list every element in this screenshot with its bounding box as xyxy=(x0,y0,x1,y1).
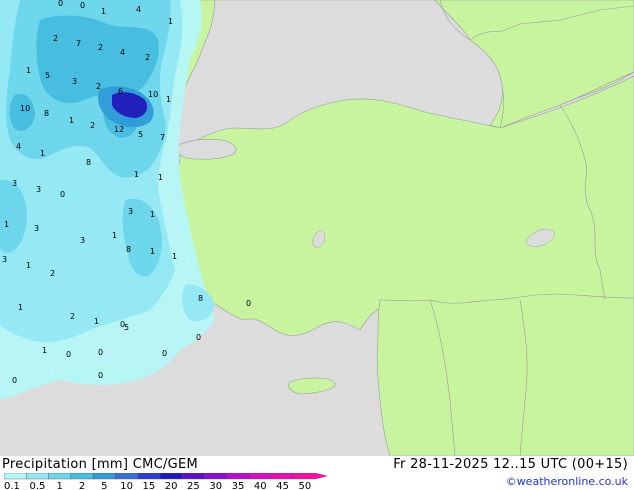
precip-value-label: 4 xyxy=(16,142,21,151)
legend-tick-label: 25 xyxy=(187,481,200,490)
legend-swatch xyxy=(70,473,94,480)
legend-swatch xyxy=(248,473,272,480)
legend-tick-label: 45 xyxy=(276,481,289,490)
precip-value-label: 1 xyxy=(158,173,163,182)
precip-value-label: 1 xyxy=(101,7,106,16)
legend-tick-label: 40 xyxy=(254,481,267,490)
precip-value-label: 1 xyxy=(26,261,31,270)
precip-value-label: 2 xyxy=(145,53,150,62)
legend-swatch xyxy=(4,473,27,480)
precip-value-label: 0 xyxy=(162,349,167,358)
legend-tick-label: 2 xyxy=(79,481,85,490)
precip-value-label: 0 xyxy=(98,348,103,357)
precip-value-label: 1 xyxy=(26,66,31,75)
precip-value-label: 4 xyxy=(120,48,125,57)
precip-value-label: 7 xyxy=(76,39,81,48)
precip-value-label: 10 xyxy=(20,104,30,113)
precip-value-label: 0 xyxy=(80,1,85,10)
precip-value-label: 3 xyxy=(36,185,41,194)
precip-value-label: 7 xyxy=(160,133,165,142)
legend-swatch xyxy=(159,473,183,480)
legend-tick-label: 10 xyxy=(120,481,133,490)
precip-value-label: 0 xyxy=(12,376,17,385)
legend-tick-label: 30 xyxy=(209,481,222,490)
precipitation-map: 0 0 1 4 1 2 7 2 4 2 1 5 3 2 6 10 1 10 8 1 2 12 5 7 4 1 8 1 1 3 0 3 3 1 3 1 3… xyxy=(0,0,634,456)
precip-value-label: 0 xyxy=(196,333,201,342)
legend-swatch xyxy=(26,473,49,480)
precip-value-label: 2 xyxy=(90,121,95,130)
land-levant xyxy=(376,293,634,456)
precip-value-label: 0 xyxy=(60,190,65,199)
precip-value-label: 3 xyxy=(2,255,7,264)
legend-swatch xyxy=(92,473,116,480)
precip-value-label: 0 xyxy=(66,350,71,359)
precip-value-label: 1 xyxy=(168,17,173,26)
precip-value-label: 5 xyxy=(138,130,143,139)
precip-value-label: 10 xyxy=(148,90,158,99)
precip-value-label: 2 xyxy=(53,34,58,43)
precip-value-label: 1 xyxy=(172,252,177,261)
precip-value-label: 8 xyxy=(198,294,203,303)
legend-tick-label: 1 xyxy=(57,481,63,490)
legend-tick-label: 5 xyxy=(101,481,107,490)
precip-value-label: 1 xyxy=(150,247,155,256)
precip-value-label: 3 xyxy=(34,224,39,233)
legend-arrow xyxy=(316,473,328,479)
precip-value-label: 2 xyxy=(50,269,55,278)
precip-value-label: 8 xyxy=(44,109,49,118)
legend-swatch xyxy=(182,473,205,480)
precip-value-label: 12 xyxy=(114,125,124,134)
precip-value-label: 8 xyxy=(86,158,91,167)
legend-tick-label: 0.1 xyxy=(4,481,20,490)
precip-value-label: 2 xyxy=(96,82,101,91)
legend-tick-label: 0.5 xyxy=(29,481,45,490)
precip-value-label: 0 xyxy=(58,0,63,8)
color-legend: 0.1 0.5 1 2 5 10 15 20 25 30 35 40 45 50 xyxy=(4,473,328,490)
legend-swatch xyxy=(226,473,250,480)
precip-value-label: 3 xyxy=(72,77,77,86)
precip-value-label: 5 xyxy=(45,71,50,80)
precip-value-label: 1 xyxy=(166,95,171,104)
sea-marmara xyxy=(176,138,237,160)
precip-value-label: 1 xyxy=(112,231,117,240)
precip-value-label: 1 xyxy=(69,116,74,125)
precip-value-label: 3 xyxy=(12,179,17,188)
valid-time: Fr 28-11-2025 12..15 UTC (00+15) xyxy=(393,457,628,472)
precip-value-label: 3 xyxy=(128,207,133,216)
precip-value-label: 4 xyxy=(136,5,141,14)
precip-value-label: 1 xyxy=(18,303,23,312)
legend-tick-label: 20 xyxy=(165,481,178,490)
precip-value-label: 0 xyxy=(246,299,251,308)
credit-link[interactable]: ©weatheronline.co.uk xyxy=(506,475,628,488)
product-title: Precipitation [mm] CMC/GEM xyxy=(2,457,199,472)
footer-bar: Precipitation [mm] CMC/GEM Fr 28-11-2025… xyxy=(0,456,634,490)
precip-value-label: 1 xyxy=(150,210,155,219)
precip-value-label: 1 xyxy=(42,346,47,355)
legend-swatch xyxy=(115,473,138,480)
precip-value-label: 1 xyxy=(4,220,9,229)
precip-value-label: 1 xyxy=(40,149,45,158)
legend-swatch xyxy=(293,473,317,480)
precip-value-label: 1 xyxy=(134,170,139,179)
legend-swatch xyxy=(204,473,228,480)
precip-value-label: 6 xyxy=(118,87,123,96)
precip-value-label: 2 xyxy=(70,312,75,321)
precip-value-label: 2 xyxy=(98,43,103,52)
legend-swatch xyxy=(271,473,294,480)
precip-value-label: 3 xyxy=(80,236,85,245)
legend-tick-label: 50 xyxy=(298,481,311,490)
legend-swatch xyxy=(48,473,72,480)
precip-value-label: 1 xyxy=(94,317,99,326)
precip-value-label: 0 xyxy=(98,371,103,380)
legend-tick-label: 15 xyxy=(142,481,155,490)
precip-value-label: 8 xyxy=(126,245,131,254)
legend-swatch xyxy=(137,473,161,480)
legend-tick-label: 35 xyxy=(232,481,245,490)
precip-value-label: 5 xyxy=(124,323,129,332)
